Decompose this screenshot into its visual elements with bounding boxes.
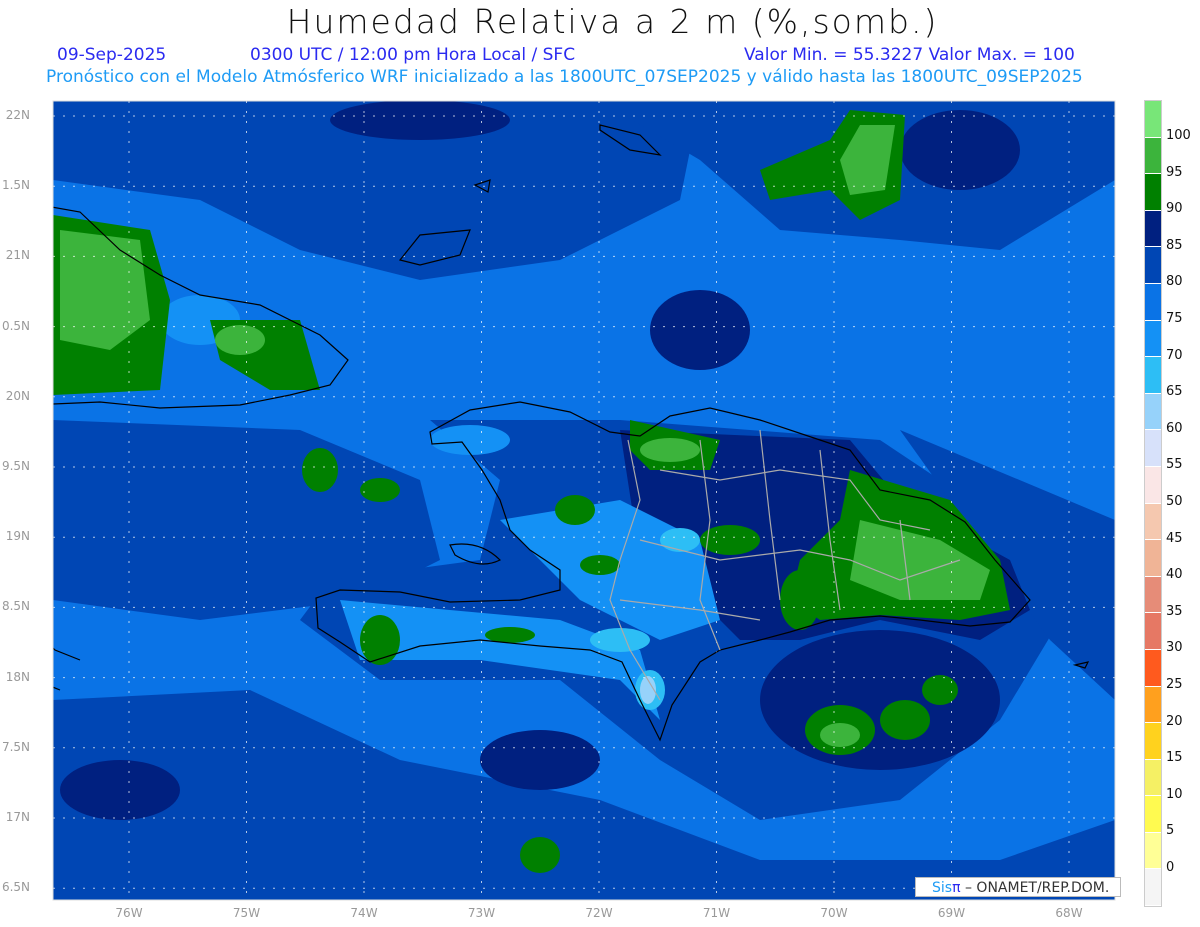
humidity-map <box>52 100 1116 901</box>
credit-box: Sisπ – ONAMET/REP.DOM. <box>915 877 1121 897</box>
colorbar-label: 65 <box>1166 384 1183 400</box>
lon-label: 68W <box>1055 906 1083 920</box>
colorbar-label: 25 <box>1166 677 1183 692</box>
colorbar-label: 30 <box>1166 640 1183 656</box>
colorbar-label: 5 <box>1166 823 1175 839</box>
colorbar-label: 60 <box>1166 420 1183 436</box>
lon-label: 70W <box>820 906 848 920</box>
lon-label: 69W <box>937 906 966 920</box>
colorbar-label: 15 <box>1166 750 1183 766</box>
colorbar-swatch <box>1145 174 1161 211</box>
colorbar-label: 95 <box>1166 164 1183 180</box>
colorbar-swatch <box>1145 137 1161 175</box>
lon-label: 73W <box>467 906 496 920</box>
colorbar-swatch <box>1145 686 1161 724</box>
lat-label: 19N <box>5 529 30 544</box>
colorbar-swatch <box>1145 540 1161 577</box>
lat-label: 20N <box>5 388 30 403</box>
credit-pi: π <box>952 880 961 896</box>
colorbar-label: 55 <box>1166 457 1183 473</box>
lon-label: 75W <box>232 906 261 920</box>
colorbar-swatch <box>1145 210 1161 248</box>
lat-label: 1.5N <box>1 178 30 193</box>
lat-label: 18N <box>5 669 30 684</box>
colorbar-label: 50 <box>1166 494 1183 509</box>
lon-label: 74W <box>350 906 378 920</box>
colorbar-swatch <box>1145 832 1161 870</box>
colorbar-swatch <box>1145 796 1161 833</box>
lat-label: 7.5N <box>1 739 30 754</box>
colorbar-swatch <box>1145 320 1161 358</box>
colorbar <box>1144 100 1162 908</box>
lat-label: 9.5N <box>1 459 30 473</box>
colorbar-label: 45 <box>1166 530 1183 546</box>
colorbar-label: 20 <box>1166 713 1183 729</box>
colorbar-label: 0 <box>1166 860 1175 875</box>
lon-label: 71W <box>702 906 731 920</box>
colorbar-label: 90 <box>1166 201 1183 217</box>
lat-label: 21N <box>5 248 30 263</box>
colorbar-swatch <box>1145 393 1161 431</box>
colorbar-swatch <box>1145 503 1161 541</box>
lat-label: 8.5N <box>1 599 30 614</box>
humidity-field <box>53 101 1115 900</box>
lat-label: 0.5N <box>1 318 30 333</box>
colorbar-label: 40 <box>1166 567 1183 583</box>
credit-org: – ONAMET/REP.DOM. <box>964 880 1110 896</box>
colorbar-label: 85 <box>1166 237 1183 253</box>
colorbar-label: 10 <box>1166 786 1183 802</box>
colorbar-swatch <box>1145 723 1161 760</box>
credit-sis: Sis <box>932 880 953 896</box>
colorbar-swatch <box>1145 430 1161 467</box>
lat-label: 22N <box>5 108 30 122</box>
colorbar-swatch <box>1145 869 1161 907</box>
colorbar-swatch <box>1145 247 1161 284</box>
colorbar-swatch <box>1145 649 1161 687</box>
colorbar-swatch <box>1145 759 1161 797</box>
colorbar-label: 80 <box>1166 274 1183 290</box>
colorbar-label: 100 <box>1166 128 1191 143</box>
colorbar-swatch <box>1145 283 1161 321</box>
colorbar-swatch <box>1145 466 1161 504</box>
colorbar-swatch <box>1145 101 1161 138</box>
colorbar-label: 35 <box>1166 603 1183 619</box>
colorbar-label: 75 <box>1166 311 1183 326</box>
lon-label: 72W <box>585 906 613 920</box>
colorbar-label: 70 <box>1166 347 1183 363</box>
lat-label: 6.5N <box>1 880 30 895</box>
colorbar-swatch <box>1145 613 1161 650</box>
lon-label: 76W <box>115 906 143 920</box>
colorbar-swatch <box>1145 576 1161 614</box>
lat-label: 17N <box>5 810 30 824</box>
colorbar-swatch <box>1145 357 1161 394</box>
